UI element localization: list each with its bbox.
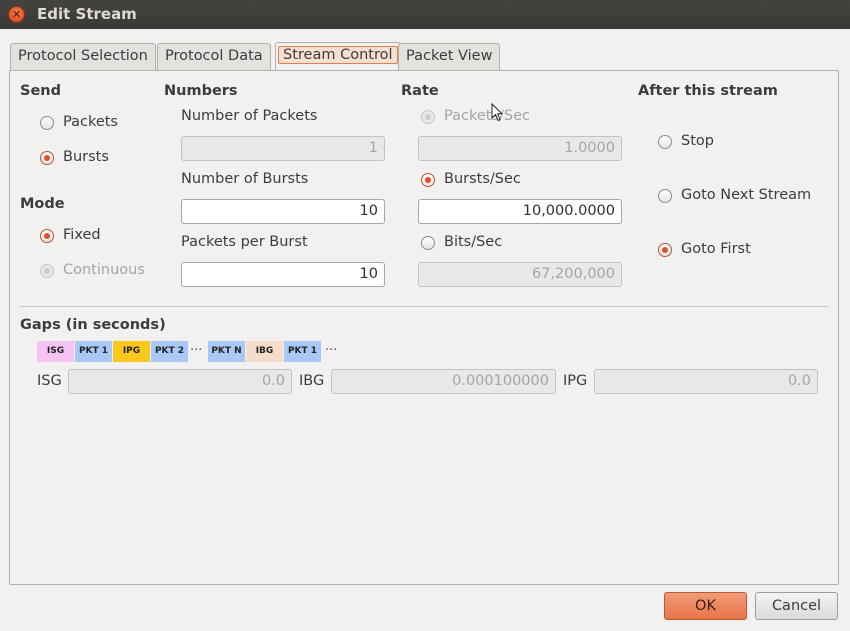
number-of-bursts-field[interactable]: 10 — [181, 199, 385, 224]
bursts-sec-radio[interactable] — [421, 173, 435, 187]
ipg-label: IPG — [563, 373, 588, 389]
bursts-radio[interactable] — [40, 151, 54, 165]
tab-protocol-data[interactable]: Protocol Data — [157, 43, 271, 71]
cancel-button[interactable]: Cancel — [755, 592, 838, 620]
bursts-sec-label[interactable]: Bursts/Sec — [444, 171, 521, 187]
section-divider — [20, 306, 828, 307]
window-title: Edit Stream — [37, 5, 137, 23]
packets-per-burst-field[interactable]: 10 — [181, 262, 385, 287]
number-of-packets-label: Number of Packets — [181, 108, 318, 124]
bits-sec-label[interactable]: Bits/Sec — [444, 234, 502, 250]
goto-first-radio-label[interactable]: Goto First — [681, 241, 751, 257]
number-of-packets-field[interactable]: 1 — [181, 136, 385, 161]
tab-label: Stream Control — [278, 46, 398, 64]
packets-radio-label[interactable]: Packets — [63, 114, 118, 130]
gap-segment-pkt1: PKT 1 — [75, 341, 112, 362]
gap-ellipsis: ··· — [190, 343, 203, 358]
tab-label: Protocol Selection — [18, 48, 148, 64]
isg-label: ISG — [37, 373, 62, 389]
packets-per-burst-label: Packets per Burst — [181, 234, 308, 250]
packets-sec-label[interactable]: Packets/Sec — [444, 108, 530, 124]
numbers-heading: Numbers — [164, 83, 238, 99]
gap-segment-pktn: PKT N — [208, 341, 245, 362]
ok-button[interactable]: OK — [664, 592, 747, 620]
tab-stream-control[interactable]: Stream Control — [275, 42, 401, 72]
fixed-radio[interactable] — [40, 229, 54, 243]
gap-segment-pkt2: PKT 2 — [151, 341, 188, 362]
gap-segment-isg: ISG — [37, 341, 74, 362]
tab-label: Packet View — [406, 48, 493, 64]
number-of-bursts-label: Number of Bursts — [181, 171, 309, 187]
tab-packet-view[interactable]: Packet View — [398, 43, 501, 71]
goto-next-stream-radio[interactable] — [658, 189, 672, 203]
continuous-radio[interactable] — [40, 264, 54, 278]
packets-sec-radio[interactable] — [421, 110, 435, 124]
gaps-heading: Gaps (in seconds) — [20, 317, 166, 333]
ibg-label: IBG — [299, 373, 325, 389]
after-stream-heading: After this stream — [638, 83, 778, 99]
mouse-pointer-icon — [491, 103, 503, 122]
close-icon[interactable]: ✕ — [8, 6, 25, 23]
packets-radio[interactable] — [40, 116, 54, 130]
send-heading: Send — [20, 83, 61, 99]
ipg-field[interactable]: 0.0 — [594, 369, 818, 394]
ibg-field[interactable]: 0.000100000 — [331, 369, 556, 394]
window-titlebar: ✕ Edit Stream — [0, 0, 850, 29]
goto-next-stream-radio-label[interactable]: Goto Next Stream — [681, 187, 811, 203]
tab-label: Protocol Data — [165, 48, 263, 64]
goto-first-radio[interactable] — [658, 243, 672, 257]
fixed-radio-label[interactable]: Fixed — [63, 227, 101, 243]
bursts-sec-field[interactable]: 10,000.0000 — [418, 199, 622, 224]
tab-protocol-selection[interactable]: Protocol Selection — [10, 43, 156, 71]
continuous-radio-label[interactable]: Continuous — [63, 262, 145, 278]
packets-sec-field[interactable]: 1.0000 — [418, 136, 622, 161]
rate-heading: Rate — [401, 83, 439, 99]
gap-segment-ipg: IPG — [113, 341, 150, 362]
bits-sec-radio[interactable] — [421, 236, 435, 250]
mode-heading: Mode — [20, 196, 65, 212]
stop-radio[interactable] — [658, 135, 672, 149]
bits-sec-field[interactable]: 67,200,000 — [418, 262, 622, 287]
isg-field[interactable]: 0.0 — [68, 369, 292, 394]
stop-radio-label[interactable]: Stop — [681, 133, 714, 149]
gap-segment-pkt1-next: PKT 1 — [284, 341, 321, 362]
gap-segment-ibg: IBG — [246, 341, 283, 362]
bursts-radio-label[interactable]: Bursts — [63, 149, 109, 165]
gap-ellipsis: ··· — [325, 343, 338, 358]
